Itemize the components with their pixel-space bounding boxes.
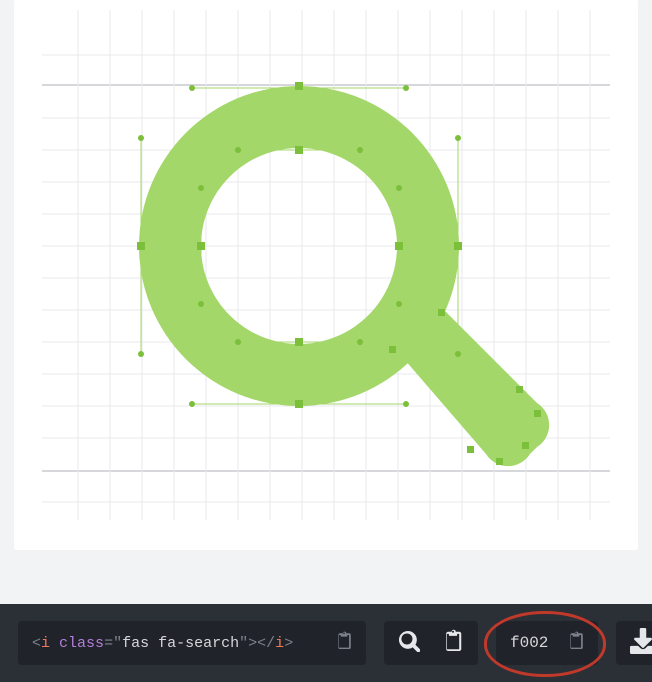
clipboard-icon[interactable] <box>336 631 352 655</box>
download-button[interactable] <box>616 621 652 665</box>
code-snippet-box[interactable]: <i class="fas fa-search"></i> <box>18 621 366 665</box>
glyph-preview-box[interactable] <box>384 621 478 665</box>
editor-grid <box>42 10 610 520</box>
download-icon <box>630 628 652 659</box>
search-icon <box>398 630 420 657</box>
unicode-value: f002 <box>510 634 548 652</box>
unicode-box[interactable]: f002 <box>496 621 598 665</box>
icon-preview-panel <box>14 0 638 550</box>
footer-bar: <i class="fas fa-search"></i> f002 <box>0 604 652 682</box>
clipboard-icon[interactable] <box>442 629 464 657</box>
clipboard-icon[interactable] <box>568 631 584 655</box>
code-snippet: <i class="fas fa-search"></i> <box>32 635 293 652</box>
